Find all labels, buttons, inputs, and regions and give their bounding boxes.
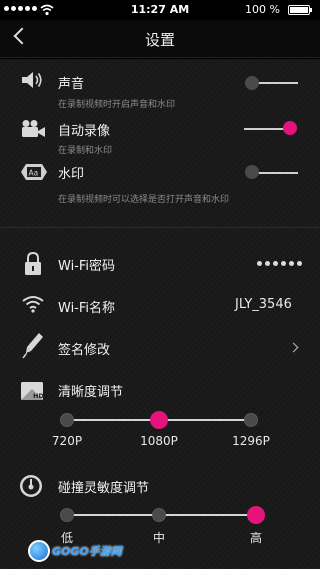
wifi-password-label: Wi-Fi密码 [58,259,116,274]
svg-text:Aa: Aa [29,169,39,178]
sound-label: 声音 [58,77,85,92]
pen-icon [22,333,43,359]
settings-panel: 声音 在录制视频时开启声音和水印 自动录像 在录制和水印 Aa 水印 在录制视频… [0,59,320,569]
nav-bar: 设置 [0,20,320,58]
auto-record-label: 自动录像 [58,124,111,139]
status-bar: 11:27 AM 100 % [0,0,320,20]
chevron-right-icon [288,342,299,353]
lock-icon [25,252,41,275]
wifi-icon [22,296,44,313]
battery-percent: 100 % [245,3,280,16]
svg-text:HD: HD [33,392,44,400]
watermark-label: 水印 [58,167,85,182]
sensitivity-label: 碰撞灵敏度调节 [58,481,150,496]
sensitivity-stop-low[interactable] [60,508,74,522]
resolution-stop-1080p[interactable] [150,411,168,429]
sensitivity-stop-high[interactable] [247,506,265,524]
watermark-logo-text: GOGO手游网 [52,545,122,558]
resolution-option-label: 720P [51,434,83,448]
sensitivity-option-label: 中 [152,531,165,545]
resolution-option-label: 1296P [232,434,270,448]
speaker-icon [22,72,42,88]
wifi-name-value: JLY_3546 [235,297,292,312]
hd-icon: HD [21,382,44,400]
battery-icon [288,5,312,15]
site-watermark-logo: GOGO手游网 [28,540,122,562]
watermark-description: 在录制视频时可以选择是否打开声音和水印 [58,195,230,205]
sensitivity-stop-medium[interactable] [152,508,166,522]
sound-description: 在录制视频时开启声音和水印 [58,100,176,110]
section-divider [0,227,320,228]
sensitivity-option-label: 高 [249,531,262,545]
signature-label: 签名修改 [58,343,111,358]
resolution-option-label: 1080P [140,434,178,448]
page-title: 设置 [144,31,175,49]
resolution-label: 清晰度调节 [58,385,124,400]
logo-ball-icon [28,540,50,562]
wifi-name-label: Wi-Fi名称 [58,301,116,316]
watermark-icon: Aa [21,164,47,180]
resolution-stop-720p[interactable] [60,413,74,427]
video-camera-icon [22,120,45,137]
gauge-icon [20,475,42,497]
resolution-stop-1296p[interactable] [244,413,258,427]
wifi-password-value [257,261,302,266]
auto-record-description: 在录制和水印 [58,146,113,156]
